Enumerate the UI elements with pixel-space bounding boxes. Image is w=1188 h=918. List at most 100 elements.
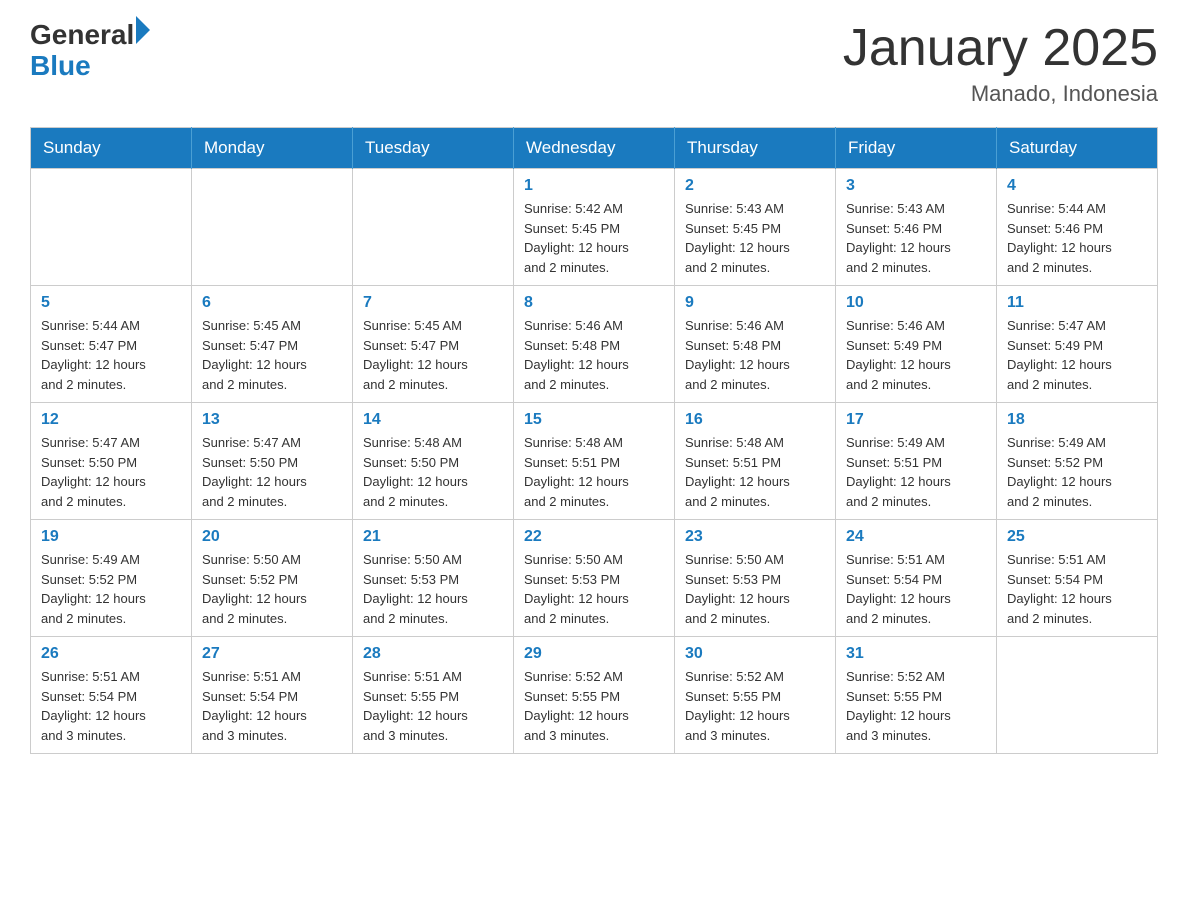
day-number: 30: [685, 645, 825, 663]
day-info: Sunrise: 5:43 AM Sunset: 5:46 PM Dayligh…: [846, 199, 986, 277]
day-number: 10: [846, 294, 986, 312]
day-number: 7: [363, 294, 503, 312]
day-info: Sunrise: 5:47 AM Sunset: 5:50 PM Dayligh…: [202, 433, 342, 511]
calendar-cell: 19 Sunrise: 5:49 AM Sunset: 5:52 PM Dayli…: [31, 520, 192, 637]
day-number: 16: [685, 411, 825, 429]
day-info: Sunrise: 5:44 AM Sunset: 5:47 PM Dayligh…: [41, 316, 181, 394]
day-info: Sunrise: 5:48 AM Sunset: 5:50 PM Dayligh…: [363, 433, 503, 511]
day-info: Sunrise: 5:45 AM Sunset: 5:47 PM Dayligh…: [363, 316, 503, 394]
day-info: Sunrise: 5:49 AM Sunset: 5:52 PM Dayligh…: [41, 550, 181, 628]
day-number: 18: [1007, 411, 1147, 429]
logo-general: General: [30, 20, 134, 51]
calendar-cell: [31, 169, 192, 286]
calendar-cell: 24Sunrise: 5:51 AM Sunset: 5:54 PM Dayli…: [836, 520, 997, 637]
calendar-cell: 14 Sunrise: 5:48 AM Sunset: 5:50 PM Dayli…: [353, 403, 514, 520]
calendar-week-row: 12 Sunrise: 5:47 AM Sunset: 5:50 PM Dayli…: [31, 403, 1158, 520]
day-number: 14: [363, 411, 503, 429]
day-number: 19: [41, 528, 181, 546]
calendar-cell: 31Sunrise: 5:52 AM Sunset: 5:55 PM Dayli…: [836, 637, 997, 754]
calendar-cell: 25 Sunrise: 5:51 AM Sunset: 5:54 PM Dayli…: [997, 520, 1158, 637]
title-section: January 2025 Manado, Indonesia: [843, 20, 1158, 107]
day-number: 1: [524, 177, 664, 195]
day-number: 4: [1007, 177, 1147, 195]
calendar-cell: 29 Sunrise: 5:52 AM Sunset: 5:55 PM Dayli…: [514, 637, 675, 754]
day-number: 23: [685, 528, 825, 546]
calendar-cell: 7 Sunrise: 5:45 AM Sunset: 5:47 PM Daylig…: [353, 286, 514, 403]
day-number: 27: [202, 645, 342, 663]
day-info: Sunrise: 5:52 AM Sunset: 5:55 PM Dayligh…: [685, 667, 825, 745]
calendar-cell: 18 Sunrise: 5:49 AM Sunset: 5:52 PM Dayli…: [997, 403, 1158, 520]
calendar-cell: 26Sunrise: 5:51 AM Sunset: 5:54 PM Dayli…: [31, 637, 192, 754]
day-info: Sunrise: 5:46 AM Sunset: 5:48 PM Dayligh…: [524, 316, 664, 394]
day-info: Sunrise: 5:47 AM Sunset: 5:50 PM Dayligh…: [41, 433, 181, 511]
calendar-header-thursday: Thursday: [675, 128, 836, 169]
calendar-cell: 4 Sunrise: 5:44 AM Sunset: 5:46 PM Daylig…: [997, 169, 1158, 286]
day-number: 22: [524, 528, 664, 546]
day-info: Sunrise: 5:51 AM Sunset: 5:54 PM Dayligh…: [202, 667, 342, 745]
day-info: Sunrise: 5:51 AM Sunset: 5:54 PM Dayligh…: [846, 550, 986, 628]
day-info: Sunrise: 5:51 AM Sunset: 5:54 PM Dayligh…: [1007, 550, 1147, 628]
calendar-cell: 20 Sunrise: 5:50 AM Sunset: 5:52 PM Dayli…: [192, 520, 353, 637]
day-info: Sunrise: 5:46 AM Sunset: 5:48 PM Dayligh…: [685, 316, 825, 394]
calendar-week-row: 5 Sunrise: 5:44 AM Sunset: 5:47 PM Daylig…: [31, 286, 1158, 403]
day-number: 28: [363, 645, 503, 663]
calendar-week-row: 1Sunrise: 5:42 AM Sunset: 5:45 PM Daylig…: [31, 169, 1158, 286]
calendar-header-sunday: Sunday: [31, 128, 192, 169]
calendar-cell: 28 Sunrise: 5:51 AM Sunset: 5:55 PM Dayli…: [353, 637, 514, 754]
logo: General Blue: [30, 20, 150, 82]
day-number: 5: [41, 294, 181, 312]
day-number: 21: [363, 528, 503, 546]
logo-blue: Blue: [30, 51, 150, 82]
day-info: Sunrise: 5:50 AM Sunset: 5:53 PM Dayligh…: [363, 550, 503, 628]
day-number: 12: [41, 411, 181, 429]
calendar-header-friday: Friday: [836, 128, 997, 169]
calendar-cell: 27 Sunrise: 5:51 AM Sunset: 5:54 PM Dayli…: [192, 637, 353, 754]
day-number: 11: [1007, 294, 1147, 312]
calendar-cell: [997, 637, 1158, 754]
calendar-cell: 23Sunrise: 5:50 AM Sunset: 5:53 PM Dayli…: [675, 520, 836, 637]
calendar-cell: [353, 169, 514, 286]
day-number: 25: [1007, 528, 1147, 546]
calendar-cell: 16 Sunrise: 5:48 AM Sunset: 5:51 PM Dayli…: [675, 403, 836, 520]
day-info: Sunrise: 5:47 AM Sunset: 5:49 PM Dayligh…: [1007, 316, 1147, 394]
day-info: Sunrise: 5:50 AM Sunset: 5:52 PM Dayligh…: [202, 550, 342, 628]
day-number: 9: [685, 294, 825, 312]
calendar-cell: 9 Sunrise: 5:46 AM Sunset: 5:48 PM Daylig…: [675, 286, 836, 403]
calendar-cell: 1Sunrise: 5:42 AM Sunset: 5:45 PM Daylig…: [514, 169, 675, 286]
calendar-title: January 2025: [843, 20, 1158, 77]
day-number: 6: [202, 294, 342, 312]
day-info: Sunrise: 5:46 AM Sunset: 5:49 PM Dayligh…: [846, 316, 986, 394]
calendar-subtitle: Manado, Indonesia: [843, 81, 1158, 107]
day-number: 13: [202, 411, 342, 429]
calendar-header-saturday: Saturday: [997, 128, 1158, 169]
calendar-cell: 8 Sunrise: 5:46 AM Sunset: 5:48 PM Daylig…: [514, 286, 675, 403]
logo-arrow-icon: [136, 16, 150, 44]
calendar-week-row: 26 Sunrise: 5:51 AM Sunset: 5:54 PM Dayli…: [31, 637, 1158, 754]
day-info: Sunrise: 5:52 AM Sunset: 5:55 PM Dayligh…: [524, 667, 664, 745]
day-number: 26: [41, 645, 181, 663]
calendar-cell: 2Sunrise: 5:43 AM Sunset: 5:45 PM Daylig…: [675, 169, 836, 286]
day-info: Sunrise: 5:45 AM Sunset: 5:47 PM Dayligh…: [202, 316, 342, 394]
day-info: Sunrise: 5:48 AM Sunset: 5:51 PM Dayligh…: [524, 433, 664, 511]
day-number: 20: [202, 528, 342, 546]
day-number: 8: [524, 294, 664, 312]
calendar-cell: 10 Sunrise: 5:46 AM Sunset: 5:49 PM Dayli…: [836, 286, 997, 403]
day-info: Sunrise: 5:48 AM Sunset: 5:51 PM Dayligh…: [685, 433, 825, 511]
day-info: Sunrise: 5:49 AM Sunset: 5:52 PM Dayligh…: [1007, 433, 1147, 511]
calendar-cell: 30 Sunrise: 5:52 AM Sunset: 5:55 PM Dayli…: [675, 637, 836, 754]
calendar-cell: 13 Sunrise: 5:47 AM Sunset: 5:50 PM Dayli…: [192, 403, 353, 520]
calendar-week-row: 19 Sunrise: 5:49 AM Sunset: 5:52 PM Dayli…: [31, 520, 1158, 637]
day-info: Sunrise: 5:44 AM Sunset: 5:46 PM Dayligh…: [1007, 199, 1147, 277]
calendar-cell: [192, 169, 353, 286]
calendar-header-monday: Monday: [192, 128, 353, 169]
day-number: 17: [846, 411, 986, 429]
day-number: 31: [846, 645, 986, 663]
calendar-cell: 6 Sunrise: 5:45 AM Sunset: 5:47 PM Daylig…: [192, 286, 353, 403]
day-number: 2: [685, 177, 825, 195]
calendar-cell: 15Sunrise: 5:48 AM Sunset: 5:51 PM Dayli…: [514, 403, 675, 520]
calendar-table: SundayMondayTuesdayWednesdayThursdayFrid…: [30, 127, 1158, 754]
day-number: 29: [524, 645, 664, 663]
day-number: 3: [846, 177, 986, 195]
day-info: Sunrise: 5:50 AM Sunset: 5:53 PM Dayligh…: [524, 550, 664, 628]
day-info: Sunrise: 5:51 AM Sunset: 5:55 PM Dayligh…: [363, 667, 503, 745]
